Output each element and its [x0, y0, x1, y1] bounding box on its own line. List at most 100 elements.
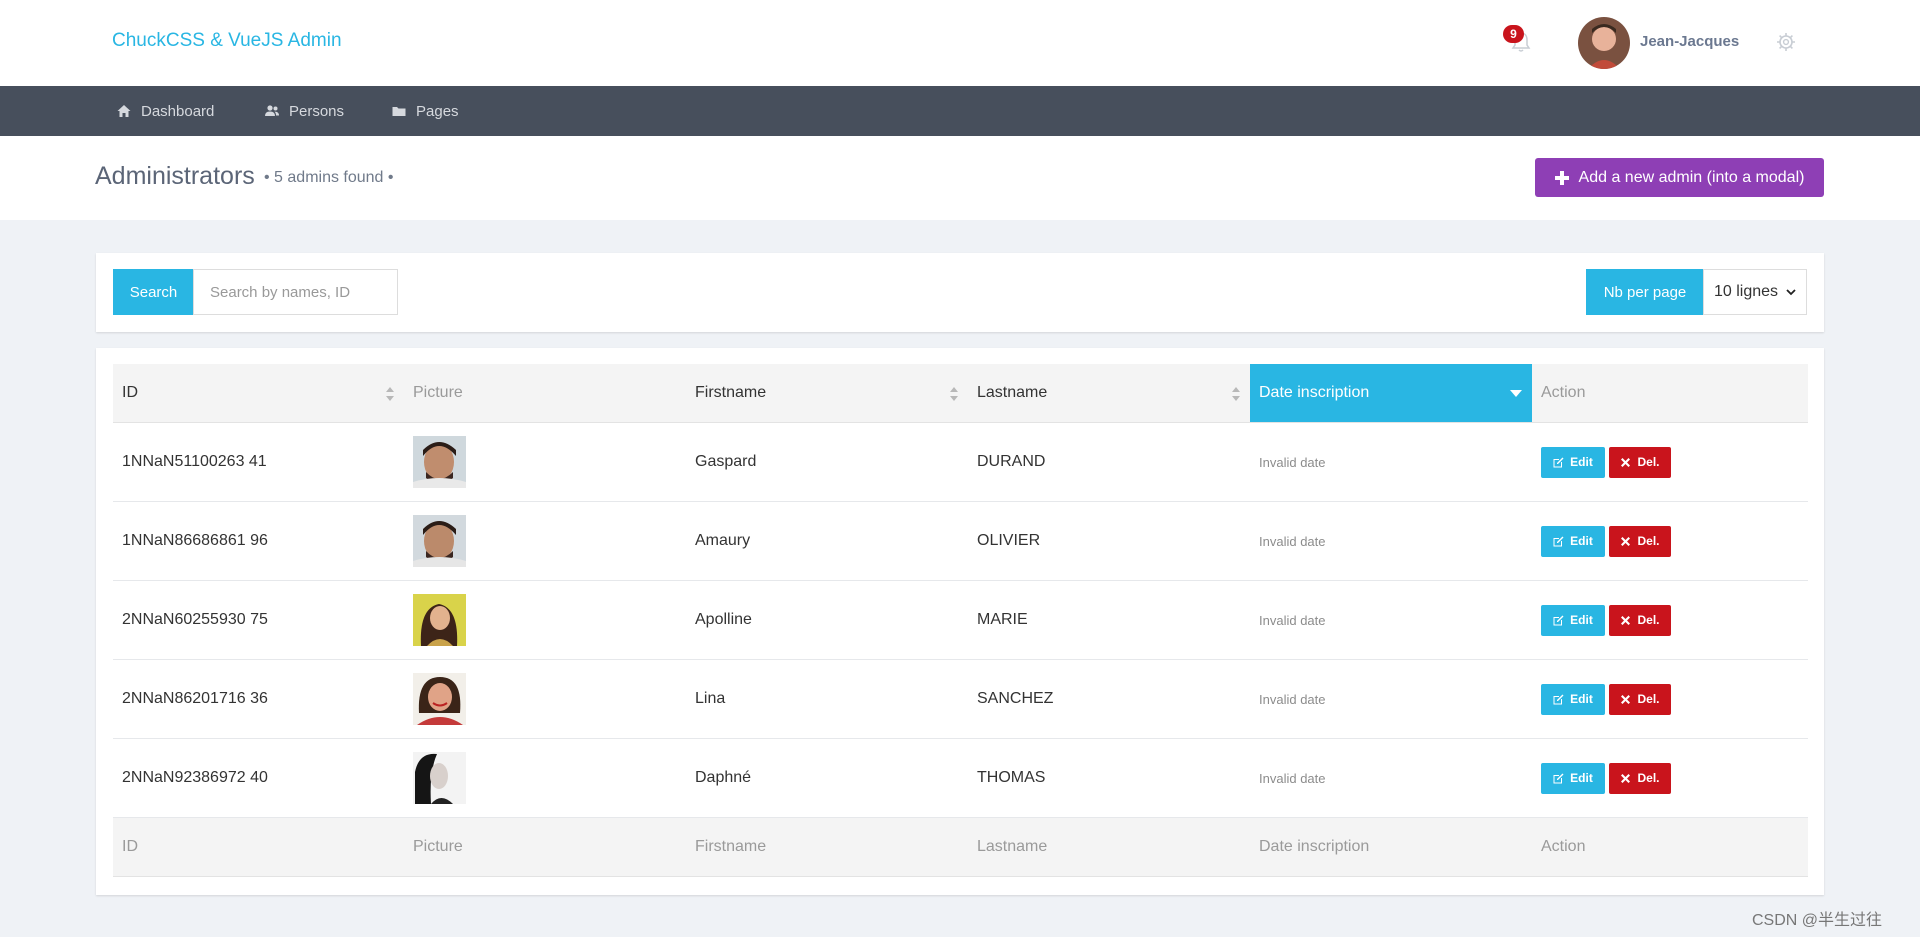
username[interactable]: Jean-Jacques: [1640, 33, 1739, 50]
cell-date: Invalid date: [1259, 533, 1326, 549]
column-label: Date inscription: [1259, 384, 1370, 401]
footer-action: Action: [1541, 838, 1586, 855]
cell-lastname: MARIE: [977, 611, 1028, 628]
edit-button[interactable]: Edit: [1541, 604, 1605, 636]
cell-actions: Edit Del.: [1532, 739, 1808, 817]
add-admin-button[interactable]: Add a new admin (into a modal): [1535, 158, 1824, 197]
cell-id: 2NNaN60255930 75: [122, 611, 268, 628]
close-icon: [1621, 694, 1631, 704]
avatar: [413, 436, 466, 488]
chevron-down-icon: [1786, 289, 1796, 296]
per-page-value: 10 lignes: [1714, 283, 1779, 300]
cell-actions: Edit Del.: [1532, 581, 1808, 659]
avatar: [413, 673, 466, 725]
per-page-select[interactable]: 10 lignes: [1703, 269, 1807, 315]
cell-picture: [404, 423, 686, 501]
page-title: Administrators: [95, 162, 255, 190]
sort-icon: [950, 387, 958, 401]
add-admin-label: Add a new admin (into a modal): [1578, 168, 1805, 186]
delete-label: Del.: [1637, 534, 1660, 548]
search-card: Search Nb per page 10 lignes: [96, 253, 1824, 332]
user-avatar[interactable]: [1578, 17, 1630, 69]
cell-actions: Edit Del.: [1532, 423, 1808, 501]
gear-icon[interactable]: [1776, 32, 1796, 52]
search-button[interactable]: Search: [113, 269, 194, 315]
column-label: Lastname: [977, 384, 1048, 401]
nav-item-label: Pages: [416, 102, 459, 120]
column-header-id[interactable]: ID: [113, 364, 404, 422]
table-row: 1NNaN86686861 96 Amaury OLIVIER Invalid …: [113, 502, 1808, 581]
nav-item-persons[interactable]: Persons: [265, 86, 344, 136]
footer-firstname: Firstname: [695, 838, 767, 855]
edit-button[interactable]: Edit: [1541, 683, 1605, 715]
edit-label: Edit: [1570, 534, 1593, 548]
nav-item-pages[interactable]: Pages: [392, 86, 459, 136]
delete-label: Del.: [1637, 771, 1660, 785]
main-navbar: Dashboard Persons Pages: [0, 86, 1920, 136]
edit-button[interactable]: Edit: [1541, 762, 1605, 794]
folder-icon: [392, 107, 406, 116]
cell-lastname: DURAND: [977, 453, 1046, 470]
close-icon: [1621, 615, 1631, 625]
edit-label: Edit: [1570, 771, 1593, 785]
notification-badge[interactable]: 9: [1503, 25, 1524, 43]
sort-desc-icon: [1510, 390, 1522, 397]
edit-button[interactable]: Edit: [1541, 446, 1605, 478]
edit-icon: [1553, 615, 1564, 625]
delete-label: Del.: [1637, 613, 1660, 627]
cell-date: Invalid date: [1259, 612, 1326, 628]
edit-icon: [1553, 536, 1564, 546]
cell-firstname: Daphné: [695, 769, 752, 786]
cell-id: 2NNaN92386972 40: [122, 769, 268, 786]
delete-button[interactable]: Del.: [1609, 762, 1671, 794]
watermark: CSDN @半生过往: [1752, 912, 1883, 929]
table-footer-row: ID Picture Firstname Lastname Date inscr…: [113, 818, 1808, 877]
column-header-firstname[interactable]: Firstname: [686, 364, 968, 422]
cell-date: Invalid date: [1259, 454, 1326, 470]
cell-picture: [404, 502, 686, 580]
table-row: 2NNaN86201716 36 Lina SANCHEZ Invalid da…: [113, 660, 1808, 739]
cell-firstname: Gaspard: [695, 453, 757, 470]
edit-label: Edit: [1570, 692, 1593, 706]
column-header-lastname[interactable]: Lastname: [968, 364, 1250, 422]
search-input[interactable]: [193, 269, 398, 315]
footer-lastname: Lastname: [977, 838, 1048, 855]
edit-icon: [1553, 694, 1564, 704]
footer-date-inscription: Date inscription: [1259, 838, 1370, 855]
cell-actions: Edit Del.: [1532, 502, 1808, 580]
cell-id: 2NNaN86201716 36: [122, 690, 268, 707]
cell-firstname: Lina: [695, 690, 726, 707]
sort-icon: [1232, 387, 1240, 401]
close-icon: [1621, 773, 1631, 783]
table-header-row: ID Picture Firstname Lastname Date inscr…: [113, 364, 1808, 423]
cell-firstname: Amaury: [695, 532, 751, 549]
cell-picture: [404, 581, 686, 659]
close-icon: [1621, 536, 1631, 546]
cell-date: Invalid date: [1259, 691, 1326, 707]
cell-id: 1NNaN51100263 41: [122, 453, 267, 470]
delete-button[interactable]: Del.: [1609, 683, 1671, 715]
edit-label: Edit: [1570, 613, 1593, 627]
nav-item-label: Persons: [289, 102, 345, 120]
top-header: ChuckCSS & VueJS Admin 9 Jean-Jacques: [0, 0, 1920, 86]
avatar: [413, 515, 466, 567]
edit-icon: [1553, 773, 1564, 783]
table-row: 2NNaN92386972 40 Daphné THOMAS Invalid d…: [113, 739, 1808, 818]
cell-lastname: THOMAS: [977, 769, 1046, 786]
page-header: Administrators • 5 admins found • Add a …: [0, 136, 1920, 220]
avatar: [413, 752, 466, 804]
delete-button[interactable]: Del.: [1609, 604, 1671, 636]
delete-button[interactable]: Del.: [1609, 525, 1671, 557]
cell-date: Invalid date: [1259, 770, 1326, 786]
plus-icon: [1554, 170, 1569, 185]
cell-picture: [404, 739, 686, 817]
brand-logo[interactable]: ChuckCSS & VueJS Admin: [112, 30, 342, 52]
edit-button[interactable]: Edit: [1541, 525, 1605, 557]
avatar: [413, 594, 466, 646]
nav-item-dashboard[interactable]: Dashboard: [117, 86, 214, 136]
cell-picture: [404, 660, 686, 738]
delete-button[interactable]: Del.: [1609, 446, 1671, 478]
sort-icon: [386, 387, 394, 401]
edit-icon: [1553, 457, 1564, 467]
column-header-date-inscription[interactable]: Date inscription: [1250, 364, 1532, 422]
